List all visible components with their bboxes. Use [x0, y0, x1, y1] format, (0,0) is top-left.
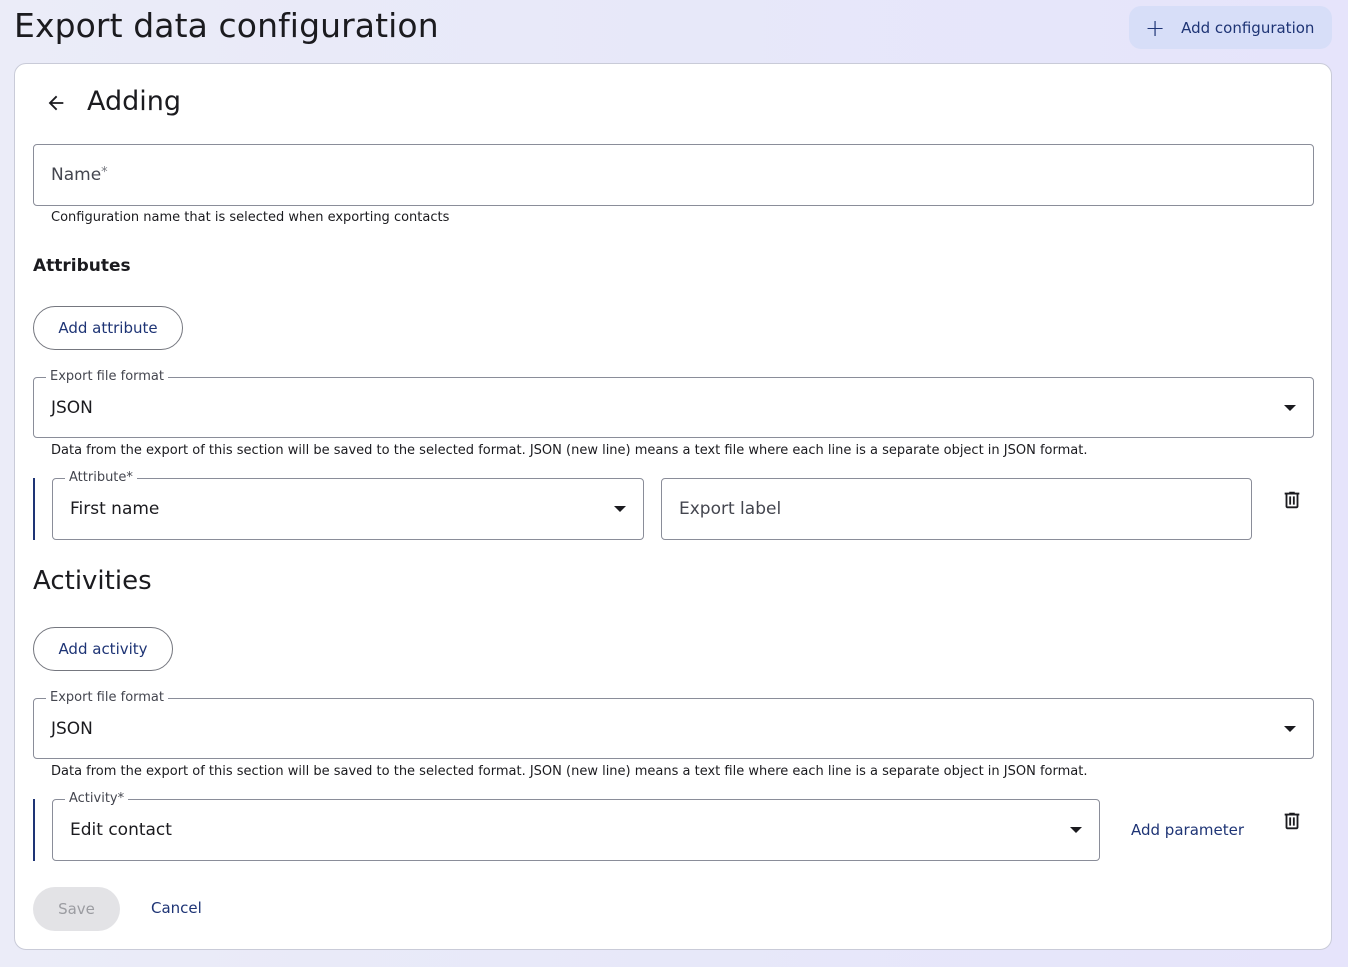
page-title: Export data configuration: [14, 6, 439, 45]
activities-export-format-value: JSON: [51, 718, 93, 739]
caret-down-icon: [1284, 404, 1296, 411]
caret-down-icon: [614, 506, 626, 512]
arrow-left-icon[interactable]: [45, 92, 67, 114]
activity-select[interactable]: Activity* Edit contact: [52, 791, 1100, 861]
activities-export-format-label: Export file format: [46, 690, 168, 706]
attributes-export-format-label: Export file format: [46, 369, 168, 385]
export-label-input[interactable]: Export label: [661, 478, 1252, 540]
caret-down-icon: [1070, 827, 1082, 833]
save-button[interactable]: Save: [33, 887, 120, 931]
activity-select-label: Activity*: [65, 791, 129, 807]
trash-icon[interactable]: [1281, 488, 1303, 512]
attribute-row-accent: [33, 478, 35, 540]
caret-down-icon: [1284, 725, 1296, 732]
activities-section-heading: Activities: [33, 566, 152, 596]
cancel-button[interactable]: Cancel: [151, 899, 202, 917]
add-activity-button[interactable]: Add activity: [33, 627, 173, 671]
add-attribute-button[interactable]: Add attribute: [33, 306, 183, 350]
export-label-placeholder: Export label: [679, 499, 782, 519]
trash-icon[interactable]: [1281, 809, 1303, 833]
name-helper-text: Configuration name that is selected when…: [51, 210, 450, 225]
attribute-select-label: Attribute*: [65, 470, 137, 486]
attributes-export-format-value: JSON: [51, 397, 93, 418]
plus-icon: +: [1145, 13, 1166, 42]
activities-format-helper-text: Data from the export of this section wil…: [51, 764, 1088, 779]
add-parameter-button[interactable]: Add parameter: [1131, 821, 1244, 839]
form-card: Adding Name* Configuration name that is …: [14, 63, 1332, 950]
name-input[interactable]: Name*: [33, 144, 1314, 206]
attribute-select-value: First name: [70, 499, 160, 519]
activity-row-accent: [33, 799, 35, 861]
activity-select-value: Edit contact: [70, 820, 172, 840]
add-configuration-button[interactable]: + Add configuration: [1129, 6, 1332, 49]
attributes-export-format-select[interactable]: Export file format JSON: [33, 369, 1314, 438]
name-input-label: Name*: [51, 165, 108, 185]
activities-export-format-select[interactable]: Export file format JSON: [33, 690, 1314, 759]
form-title: Adding: [87, 86, 182, 117]
attribute-select[interactable]: Attribute* First name: [52, 470, 644, 540]
add-configuration-label: Add configuration: [1181, 18, 1315, 37]
attributes-format-helper-text: Data from the export of this section wil…: [51, 443, 1088, 458]
attributes-section-label: Attributes: [33, 256, 131, 276]
